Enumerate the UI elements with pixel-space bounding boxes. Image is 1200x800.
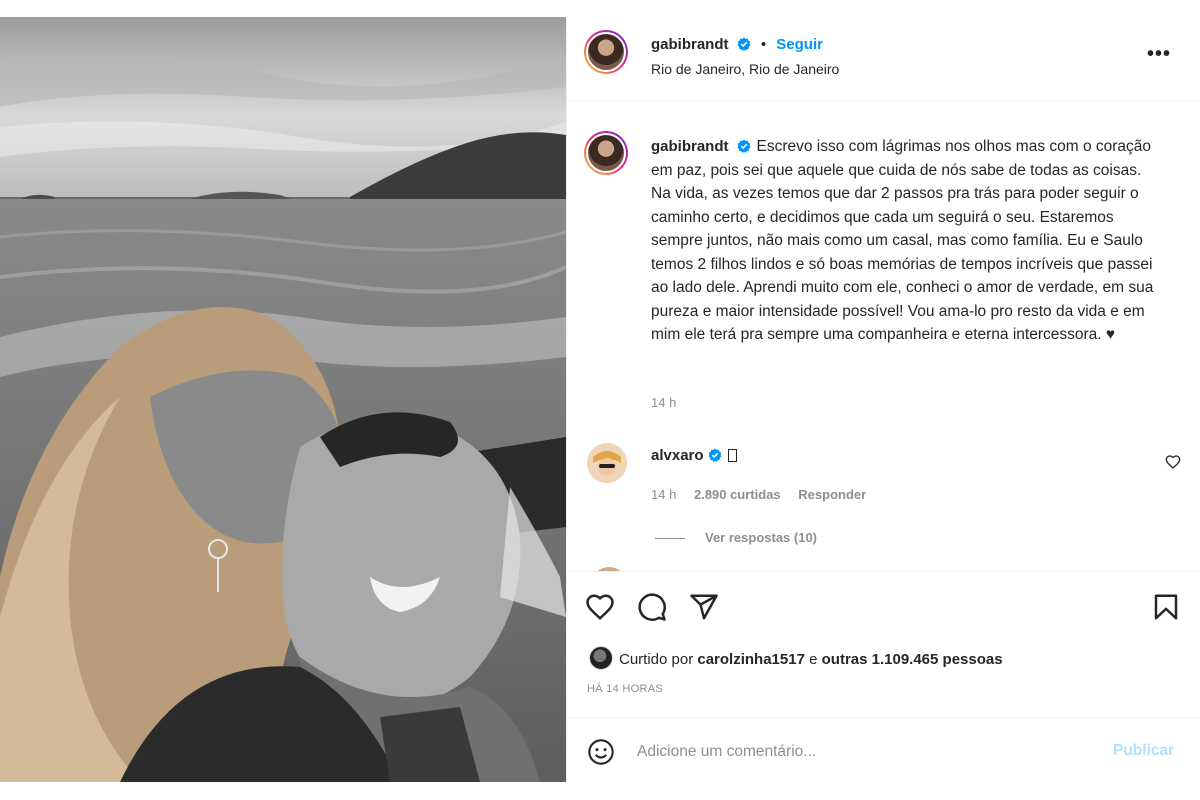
author-avatar[interactable]	[584, 30, 628, 74]
view-replies-label: Ver respostas (10)	[705, 530, 818, 545]
caption-username[interactable]: gabibrandt	[651, 138, 729, 155]
likes-middle: e	[809, 651, 818, 668]
post-time-ago[interactable]: HÁ 14 HORAS	[587, 683, 663, 695]
header-separator: •	[760, 36, 767, 53]
view-replies-dash	[655, 538, 685, 540]
post-side-panel: gabibrandt • Seguir Rio de Janeiro, Rio …	[566, 17, 1200, 782]
reply-username[interactable]: alvxaro	[651, 447, 704, 464]
reply-timestamp[interactable]: 14 h	[651, 487, 676, 502]
comment-input[interactable]	[637, 735, 1077, 769]
reply-button[interactable]: Responder	[798, 487, 866, 502]
post-actions: Curtido por carolzinha1517 e outras 1.10…	[567, 571, 1200, 717]
add-comment-bar: Publicar	[567, 717, 1200, 782]
publish-button[interactable]: Publicar	[1113, 742, 1174, 760]
caption-author-avatar[interactable]	[584, 131, 628, 175]
heart-icon[interactable]	[585, 592, 615, 622]
comment-icon[interactable]	[637, 592, 667, 622]
post-photo[interactable]	[0, 17, 566, 782]
author-username[interactable]: gabibrandt	[651, 36, 729, 53]
emoji-icon[interactable]	[587, 738, 615, 766]
instagram-post: gabibrandt • Seguir Rio de Janeiro, Rio …	[0, 17, 1200, 782]
missing-glyph-icon	[727, 449, 737, 462]
caption-text: Escrevo isso com lágrimas nos olhos mas …	[651, 138, 1154, 343]
post-header: gabibrandt • Seguir Rio de Janeiro, Rio …	[567, 17, 1200, 101]
more-options-icon[interactable]: •••	[1147, 43, 1171, 66]
likes-others[interactable]: outras 1.109.465 pessoas	[822, 651, 1003, 668]
verified-badge-icon	[708, 448, 722, 462]
post-caption: gabibrandt Escrevo isso com lágrimas nos…	[651, 135, 1161, 347]
reply-comment: alvxaro	[651, 447, 737, 464]
liker-avatar[interactable]	[589, 646, 613, 670]
bookmark-icon[interactable]	[1151, 592, 1181, 622]
reply-likes-count[interactable]: 2.890 curtidas	[694, 487, 781, 502]
liker-username[interactable]: carolzinha1517	[697, 651, 805, 668]
heart-icon[interactable]	[1165, 454, 1181, 470]
photo-illustration	[0, 17, 566, 782]
reply-avatar[interactable]	[587, 443, 627, 483]
caption-timestamp[interactable]: 14 h	[651, 395, 676, 410]
verified-badge-icon	[737, 139, 750, 153]
post-location[interactable]: Rio de Janeiro, Rio de Janeiro	[651, 61, 839, 77]
paper-plane-icon[interactable]	[689, 592, 719, 622]
follow-button[interactable]: Seguir	[776, 36, 823, 53]
likes-prefix: Curtido por	[619, 651, 694, 668]
likes-summary: Curtido por carolzinha1517 e outras 1.10…	[589, 646, 1003, 670]
author-name-row: gabibrandt • Seguir	[651, 36, 823, 53]
verified-badge-icon	[737, 37, 751, 51]
view-replies-button[interactable]: Ver respostas (10)	[655, 530, 817, 545]
reply-meta: 14 h 2.890 curtidas Responder	[651, 487, 880, 502]
comments-section[interactable]: gabibrandt Escrevo isso com lágrimas nos…	[567, 101, 1200, 571]
reply-avatar-image	[587, 443, 627, 483]
